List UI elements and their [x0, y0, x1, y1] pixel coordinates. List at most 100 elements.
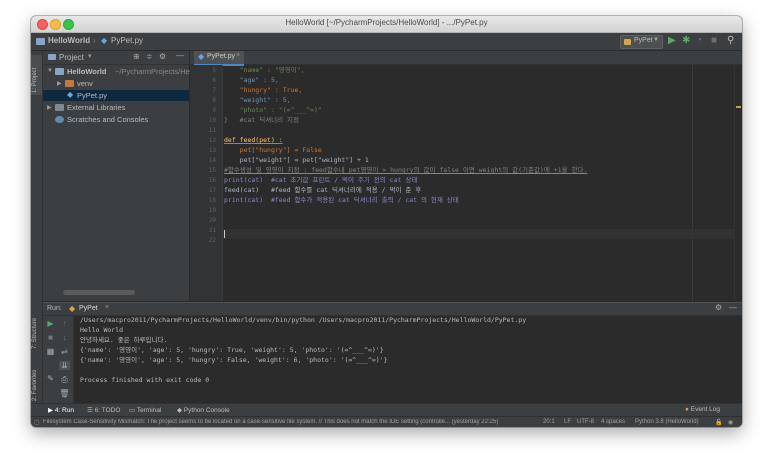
file-encoding[interactable]: UTF-8 — [577, 419, 594, 425]
code-line: def feed(pet) : — [224, 136, 283, 144]
code-line: pet["weight"] = pet["weight"] + 1 — [224, 156, 369, 164]
excluded-folder-icon — [65, 80, 74, 87]
todo-tool-tab[interactable]: ☰ 6: TODO — [87, 406, 120, 414]
code-line: feed(cat) #feed 함수를 cat 딕셔너리에 적용 / 먹이 준 … — [224, 186, 422, 194]
inspector-icon[interactable]: ◉ — [728, 419, 733, 426]
line-number: 22 — [208, 237, 216, 244]
chevron-down-icon: ▼ — [653, 37, 659, 43]
caret-position[interactable]: 20:1 — [543, 419, 555, 425]
rerun-icon[interactable]: ▶ — [45, 319, 56, 328]
locate-file-icon[interactable]: ⊕ — [133, 52, 140, 61]
console-output-line: {'name': '영영이', 'age': 5, 'hungry': Fals… — [80, 356, 388, 364]
folder-icon — [55, 68, 64, 75]
tool-window-toggle-icon[interactable]: ▢ — [34, 419, 40, 426]
run-panel: Run: ◆ PyPet × ⚙ — ▶ ↑ ■ ↓ ▦ ⇌ ⇊ ✎ ⎙ 🗑 /… — [43, 302, 742, 404]
hide-panel-icon[interactable]: — — [729, 303, 737, 312]
line-number: 12 — [208, 137, 216, 144]
code-line: "weight" : 5, — [224, 96, 291, 104]
tree-item-external-libraries[interactable]: ▶ External Libraries — [43, 102, 189, 113]
tab-label: PyPet.py — [207, 53, 236, 60]
indent-setting[interactable]: 4 spaces — [601, 419, 625, 425]
ide-window: HelloWorld [~/PycharmProjects/HelloWorld… — [31, 16, 742, 427]
lock-icon[interactable]: 🔓 — [715, 419, 722, 426]
console-output-line: 안녕하세요. 좋은 하루입니다. — [80, 336, 168, 344]
search-icon[interactable]: ⚲ — [727, 35, 734, 47]
run-configuration-label: PyPet — [634, 37, 653, 44]
scroll-down-icon[interactable]: ↓ — [59, 333, 70, 342]
tab-pypet[interactable]: ◆ PyPet.py × — [194, 51, 244, 66]
layout-icon[interactable]: ▦ — [45, 347, 56, 356]
scroll-to-end-icon[interactable]: ⇊ — [59, 361, 70, 370]
run-tool-tab-label: 4: Run — [54, 407, 74, 414]
editor-tabs: ◆ PyPet.py × — [190, 51, 742, 66]
line-number: 21 — [208, 227, 216, 234]
current-line-highlight — [223, 229, 741, 239]
run-icon[interactable]: ▶ — [668, 35, 676, 47]
line-number: 6 — [212, 77, 216, 84]
code-line: #함수생성 및 영영이 지정 : feed함수내 pet영영이 > hungry… — [224, 166, 588, 174]
chevron-down-icon: ▼ — [47, 68, 53, 74]
project-tool-tab-label: 1: Project — [32, 67, 38, 93]
text-caret — [224, 230, 225, 238]
terminal-tool-tab[interactable]: ▭ Terminal — [129, 406, 161, 414]
scroll-up-icon[interactable]: ↑ — [59, 319, 70, 328]
python-console-tool-tab-label: Python Console — [183, 407, 230, 414]
line-separator[interactable]: LF — [564, 419, 571, 425]
todo-tool-tab-label: 6: TODO — [94, 407, 121, 414]
project-panel-header: Project ▾ ⊕ ≑ ⚙ — — [43, 51, 189, 65]
structure-tool-tab[interactable]: 7: Structure — [31, 313, 42, 351]
print-icon[interactable]: ⎙ — [59, 375, 70, 384]
run-config-tab[interactable]: PyPet — [79, 305, 98, 312]
python-interpreter[interactable]: Python 3.8 (HelloWorld) — [635, 419, 699, 425]
stop-icon[interactable]: ■ — [711, 35, 717, 47]
project-folder-icon — [48, 54, 56, 60]
trash-icon[interactable]: 🗑 — [59, 389, 70, 398]
line-number: 5 — [212, 67, 216, 74]
favorites-tool-tab[interactable]: 2: Favorites — [31, 367, 42, 405]
python-config-icon: ◆ — [69, 304, 76, 313]
project-panel-title[interactable]: Project — [59, 53, 84, 62]
breadcrumb-file[interactable]: PyPet.py — [111, 36, 143, 45]
stop-icon[interactable]: ■ — [45, 333, 56, 342]
line-number: 7 — [212, 87, 216, 94]
error-stripe[interactable] — [734, 65, 742, 301]
hide-panel-icon[interactable]: — — [176, 51, 184, 60]
code-line: print(cat) #cat 초기값 프린트 / 먹이 주기 전의 cat 상… — [224, 176, 418, 184]
run-tool-tab[interactable]: ▶ 4: Run — [48, 406, 74, 414]
python-console-tool-tab[interactable]: ◆ Python Console — [177, 406, 230, 414]
code-line: print(cat) #feed 함수가 적용된 cat 딕셔너리 출력 / c… — [224, 196, 459, 204]
close-tab-icon[interactable]: × — [105, 304, 109, 311]
tree-item-venv[interactable]: ▶ venv — [43, 78, 189, 89]
line-number: 18 — [208, 197, 216, 204]
pin-icon[interactable]: ✎ — [45, 374, 56, 383]
run-label: Run: — [47, 305, 62, 312]
close-tab-icon[interactable]: × — [236, 52, 240, 59]
title-bar: HelloWorld [~/PycharmProjects/HelloWorld… — [31, 16, 742, 33]
favorites-tool-tab-label: 2: Favorites — [32, 369, 38, 401]
soft-wrap-icon[interactable]: ⇌ — [59, 347, 70, 356]
chevron-down-icon[interactable]: ▾ — [88, 52, 92, 60]
line-number: 14 — [208, 157, 216, 164]
tree-item-helloworld[interactable]: ▼ HelloWorld ~/PycharmProjects/HelloWorl… — [43, 66, 217, 77]
warning-marker[interactable] — [736, 106, 741, 108]
line-number: 15 — [208, 167, 216, 174]
tree-item-pypet[interactable]: ◆ PyPet.py — [43, 90, 189, 101]
breadcrumb-project[interactable]: HelloWorld — [48, 36, 90, 45]
gear-icon[interactable]: ⚙ — [715, 303, 722, 312]
project-tool-tab[interactable]: 1: Project — [31, 55, 42, 95]
event-log-icon: ● — [685, 406, 689, 413]
console-output-line: {'name': '영영이', 'age': 5, 'hungry': True… — [80, 346, 384, 354]
left-tool-strip: 1: Project 7: Structure 2: Favorites — [31, 51, 43, 403]
code-line: "name" : "영영이", — [224, 66, 305, 74]
collapse-all-icon[interactable]: ≑ — [146, 52, 153, 61]
coverage-icon[interactable]: ◔ — [696, 35, 702, 47]
gear-icon[interactable]: ⚙ — [159, 52, 166, 61]
debug-icon[interactable]: ✱ — [682, 35, 690, 47]
event-log-tool-tab[interactable]: ● Event Log — [685, 406, 720, 413]
event-log-tool-tab-label: Event Log — [690, 406, 721, 413]
horizontal-scrollbar[interactable] — [63, 290, 135, 295]
status-message[interactable]: Filesystem Case-Sensitivity Mismatch: Th… — [43, 419, 538, 425]
tree-item-scratches[interactable]: Scratches and Consoles — [43, 114, 189, 125]
folder-icon — [36, 38, 45, 45]
run-configuration-select[interactable]: PyPet ▼ — [620, 35, 663, 49]
